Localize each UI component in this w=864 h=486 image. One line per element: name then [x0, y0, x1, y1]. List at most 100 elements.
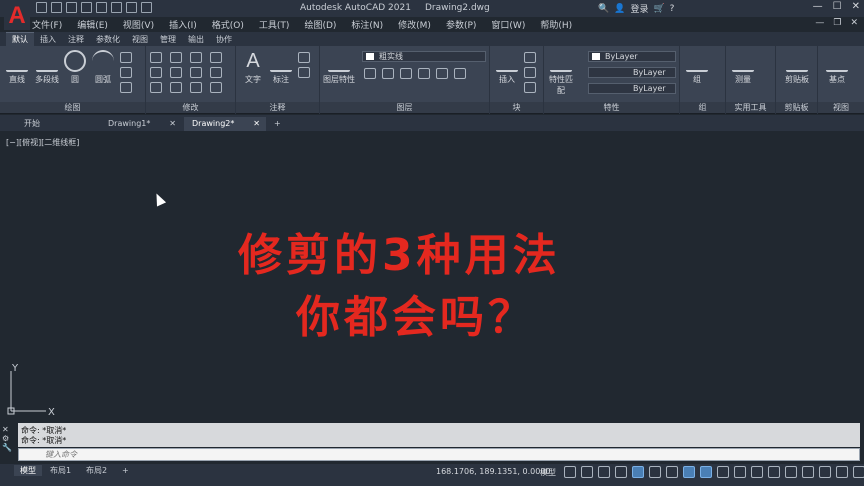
annotation-scale-icon[interactable] [751, 466, 763, 478]
transparency-icon[interactable] [734, 466, 746, 478]
units-icon[interactable] [802, 466, 814, 478]
tab-drawing1[interactable]: Drawing1* ✕ [100, 117, 182, 131]
dynamic-input-icon[interactable] [615, 466, 627, 478]
user-icon[interactable]: 👤 [614, 4, 625, 14]
block-attribute-icon[interactable] [524, 82, 536, 93]
copy-icon[interactable] [150, 67, 162, 78]
menu-dimension[interactable]: 标注(N) [351, 18, 383, 31]
redo-icon[interactable] [141, 2, 152, 13]
doc-restore-icon[interactable]: ❐ [833, 18, 841, 28]
workspace-icon[interactable] [768, 466, 780, 478]
model-space-button[interactable]: 模型 [540, 467, 556, 478]
group-tool[interactable]: 组 [682, 50, 712, 85]
properties-panel-title[interactable]: 特性 [544, 102, 679, 113]
text-tool[interactable]: A 文字 [238, 50, 268, 85]
open-file-icon[interactable] [51, 2, 62, 13]
menu-help[interactable]: 帮助(H) [540, 18, 572, 31]
tab-output[interactable]: 输出 [182, 33, 210, 46]
tab-drawing2[interactable]: Drawing2* ✕ [184, 117, 266, 131]
polyline-tool[interactable]: 多段线 [31, 50, 63, 85]
create-block-icon[interactable] [524, 52, 536, 63]
menu-tools[interactable]: 工具(T) [259, 18, 290, 31]
customize-icon[interactable]: ⚙ [2, 434, 14, 443]
plot-icon[interactable] [96, 2, 107, 13]
login-button[interactable]: 登录 [630, 2, 648, 15]
coordinate-readout[interactable]: 168.1706, 189.1351, 0.0000 [436, 467, 551, 476]
layer-match-icon[interactable] [436, 68, 448, 79]
polar-icon[interactable] [649, 466, 661, 478]
color-dropdown[interactable]: ByLayer [588, 51, 676, 62]
lineweight-dropdown[interactable]: ByLayer [588, 83, 676, 94]
maximize-icon[interactable]: ☐ [833, 1, 842, 12]
groups-panel-title[interactable]: 组 [680, 102, 725, 113]
line-tool[interactable]: 直线 [2, 50, 32, 85]
menu-parametric[interactable]: 参数(P) [446, 18, 476, 31]
move-icon[interactable] [150, 52, 162, 63]
annotation-panel-title[interactable]: 注释 [236, 102, 319, 113]
layer-isolate-icon[interactable] [382, 68, 394, 79]
customization-icon[interactable] [853, 466, 864, 478]
linetype-dropdown[interactable]: ByLayer [588, 67, 676, 78]
ortho-icon[interactable] [632, 466, 644, 478]
trim-icon[interactable] [190, 52, 202, 63]
quick-properties-icon[interactable] [819, 466, 831, 478]
rectangle-icon[interactable] [120, 52, 132, 63]
layer-properties-tool[interactable]: 图层特性 [322, 50, 356, 85]
add-layout-button[interactable]: + [116, 465, 135, 476]
layer-lock-icon[interactable] [418, 68, 430, 79]
scale-icon[interactable] [170, 82, 182, 93]
new-tab-button[interactable]: + [268, 117, 288, 131]
tab-collaborate[interactable]: 协作 [210, 33, 238, 46]
new-file-icon[interactable] [36, 2, 47, 13]
layers-panel-title[interactable]: 图层 [320, 102, 489, 113]
close-icon[interactable]: ✕ [852, 1, 860, 12]
lineweight-icon[interactable] [717, 466, 729, 478]
tab-insert[interactable]: 插入 [34, 33, 62, 46]
circle-tool[interactable]: 圆 [60, 50, 90, 85]
infer-constraints-icon[interactable] [598, 466, 610, 478]
mirror-icon[interactable] [170, 67, 182, 78]
help-icon[interactable]: ? [670, 4, 675, 14]
table-icon[interactable] [298, 67, 310, 78]
dimension-tool[interactable]: 标注 [266, 50, 296, 85]
tab-start[interactable]: 开始 [16, 117, 96, 131]
doc-minimize-icon[interactable]: — [815, 18, 824, 28]
search-icon[interactable]: 🔍 [598, 4, 609, 14]
block-panel-title[interactable]: 块 [490, 102, 543, 113]
tab-view[interactable]: 视图 [126, 33, 154, 46]
draw-panel-title[interactable]: 绘图 [0, 102, 145, 113]
view-panel-title[interactable]: 视图 [818, 102, 864, 113]
tab-layout1[interactable]: 布局1 [44, 465, 77, 476]
layer-previous-icon[interactable] [454, 68, 466, 79]
menu-window[interactable]: 窗口(W) [491, 18, 525, 31]
tab-annotate[interactable]: 注释 [62, 33, 90, 46]
rotate-icon[interactable] [170, 52, 182, 63]
menu-file[interactable]: 文件(F) [32, 18, 62, 31]
utilities-panel-title[interactable]: 实用工具 [726, 102, 775, 113]
fillet-icon[interactable] [190, 67, 202, 78]
match-properties-tool[interactable]: 特性匹配 [546, 50, 576, 96]
minimize-icon[interactable]: — [813, 1, 823, 12]
menu-format[interactable]: 格式(O) [212, 18, 244, 31]
ellipse-icon[interactable] [120, 67, 132, 78]
measure-tool[interactable]: 测量 [728, 50, 758, 85]
object-snap-tracking-icon[interactable] [683, 466, 695, 478]
array-icon[interactable] [190, 82, 202, 93]
print-icon[interactable] [111, 2, 122, 13]
close-tab-icon[interactable]: ✕ [169, 117, 176, 130]
erase-icon[interactable] [210, 52, 222, 63]
tab-layout2[interactable]: 布局2 [80, 465, 113, 476]
edit-block-icon[interactable] [524, 67, 536, 78]
doc-close-icon[interactable]: ✕ [850, 18, 858, 28]
base-view-tool[interactable]: 基点 [822, 50, 852, 85]
menu-view[interactable]: 视图(V) [123, 18, 154, 31]
viewport-controls[interactable]: [−][俯视][二维线框] [6, 137, 79, 148]
arc-tool[interactable]: 圆弧 [88, 50, 118, 85]
layer-freeze-icon[interactable] [400, 68, 412, 79]
modify-panel-title[interactable]: 修改 [146, 102, 235, 113]
undo-icon[interactable] [126, 2, 137, 13]
clean-screen-icon[interactable] [836, 466, 848, 478]
paste-tool[interactable]: 剪贴板 [778, 50, 816, 85]
menu-draw[interactable]: 绘图(D) [304, 18, 336, 31]
menu-modify[interactable]: 修改(M) [398, 18, 431, 31]
